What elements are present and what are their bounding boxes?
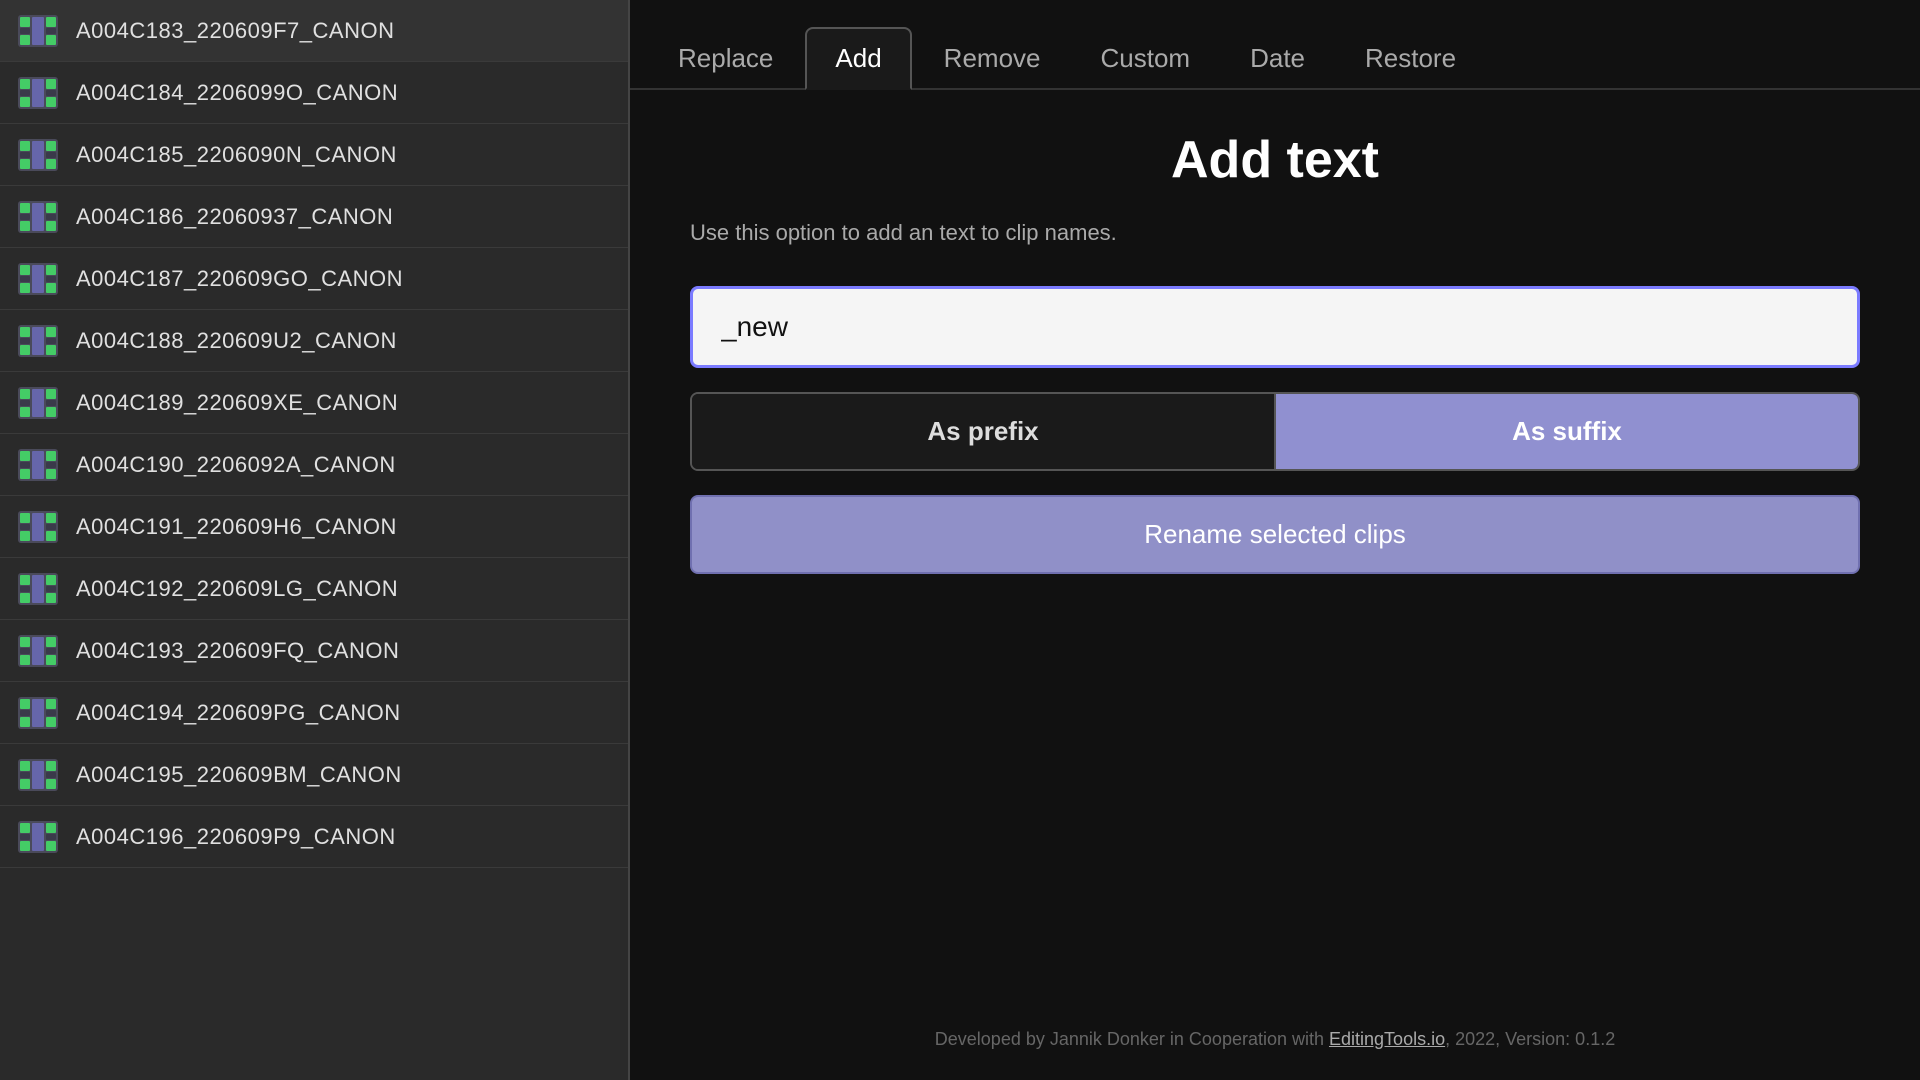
list-item[interactable]: A004C186_22060937_CANON [0, 186, 628, 248]
list-item[interactable]: A004C196_220609P9_CANON [0, 806, 628, 868]
clip-icon [16, 381, 60, 425]
clip-name: A004C192_220609LG_CANON [76, 576, 398, 602]
footer-text: Developed by Jannik Donker in Cooperatio… [935, 1029, 1615, 1049]
description-text: Use this option to add an text to clip n… [690, 220, 1860, 246]
clip-icon [16, 567, 60, 611]
clip-name: A004C187_220609GO_CANON [76, 266, 403, 292]
list-item[interactable]: A004C191_220609H6_CANON [0, 496, 628, 558]
tab-replace[interactable]: Replace [650, 29, 801, 88]
clip-name: A004C190_2206092A_CANON [76, 452, 396, 478]
clip-name: A004C195_220609BM_CANON [76, 762, 402, 788]
tab-restore[interactable]: Restore [1337, 29, 1484, 88]
main-content: Add text Use this option to add an text … [630, 90, 1920, 1009]
clip-name: A004C185_2206090N_CANON [76, 142, 397, 168]
clip-list: A004C183_220609F7_CANON A004C184_2206099… [0, 0, 630, 1080]
clip-icon [16, 195, 60, 239]
footer: Developed by Jannik Donker in Cooperatio… [630, 1009, 1920, 1080]
clip-name: A004C188_220609U2_CANON [76, 328, 397, 354]
clip-icon [16, 319, 60, 363]
rename-button[interactable]: Rename selected clips [690, 495, 1860, 574]
clip-name: A004C189_220609XE_CANON [76, 390, 398, 416]
clip-icon [16, 257, 60, 301]
page-title: Add text [690, 130, 1860, 190]
list-item[interactable]: A004C184_2206099O_CANON [0, 62, 628, 124]
clip-name: A004C186_22060937_CANON [76, 204, 393, 230]
list-item[interactable]: A004C190_2206092A_CANON [0, 434, 628, 496]
clip-name: A004C184_2206099O_CANON [76, 80, 398, 106]
list-item[interactable]: A004C194_220609PG_CANON [0, 682, 628, 744]
clip-name: A004C196_220609P9_CANON [76, 824, 396, 850]
clip-icon [16, 753, 60, 797]
tab-add[interactable]: Add [805, 27, 911, 90]
list-item[interactable]: A004C188_220609U2_CANON [0, 310, 628, 372]
clip-name: A004C191_220609H6_CANON [76, 514, 397, 540]
tab-date[interactable]: Date [1222, 29, 1333, 88]
clip-icon [16, 691, 60, 735]
clip-icon [16, 9, 60, 53]
tab-remove[interactable]: Remove [916, 29, 1069, 88]
clip-icon [16, 505, 60, 549]
list-item[interactable]: A004C193_220609FQ_CANON [0, 620, 628, 682]
footer-link[interactable]: EditingTools.io [1329, 1029, 1445, 1049]
clip-icon [16, 629, 60, 673]
suffix-button[interactable]: As suffix [1276, 394, 1858, 469]
list-item[interactable]: A004C195_220609BM_CANON [0, 744, 628, 806]
clip-icon [16, 133, 60, 177]
tab-bar: ReplaceAddRemoveCustomDateRestore [630, 0, 1920, 90]
tab-custom[interactable]: Custom [1073, 29, 1219, 88]
list-item[interactable]: A004C183_220609F7_CANON [0, 0, 628, 62]
clip-icon [16, 443, 60, 487]
list-item[interactable]: A004C192_220609LG_CANON [0, 558, 628, 620]
prefix-button[interactable]: As prefix [692, 394, 1276, 469]
list-item[interactable]: A004C189_220609XE_CANON [0, 372, 628, 434]
clip-icon [16, 815, 60, 859]
list-item[interactable]: A004C185_2206090N_CANON [0, 124, 628, 186]
list-item[interactable]: A004C187_220609GO_CANON [0, 248, 628, 310]
add-text-input[interactable] [690, 286, 1860, 368]
clip-name: A004C193_220609FQ_CANON [76, 638, 399, 664]
right-panel: ReplaceAddRemoveCustomDateRestore Add te… [630, 0, 1920, 1080]
clip-icon [16, 71, 60, 115]
prefix-suffix-toggle: As prefix As suffix [690, 392, 1860, 471]
clip-name: A004C194_220609PG_CANON [76, 700, 401, 726]
clip-name: A004C183_220609F7_CANON [76, 18, 394, 44]
